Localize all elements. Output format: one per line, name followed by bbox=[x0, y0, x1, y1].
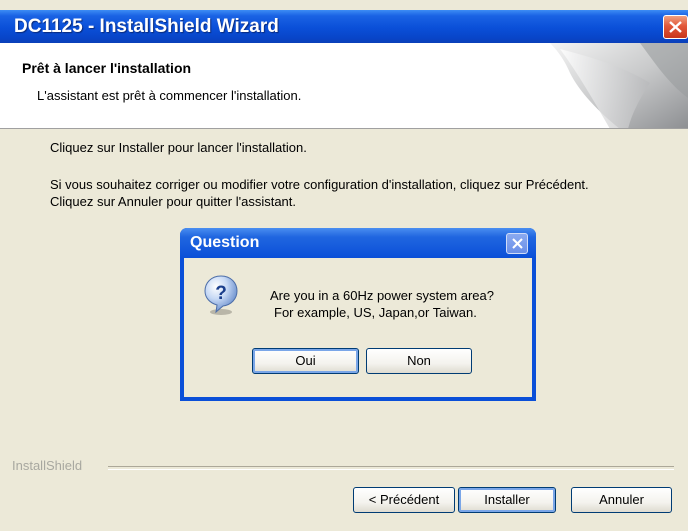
page-subtitle: L'assistant est prêt à commencer l'insta… bbox=[37, 88, 302, 103]
dialog-title: Question bbox=[190, 234, 260, 251]
yes-button[interactable]: Oui bbox=[252, 348, 359, 374]
installshield-brand: InstallShield bbox=[12, 458, 83, 473]
question-dialog: Question ? Are you in a 60Hz power syste… bbox=[180, 228, 536, 401]
svg-text:?: ? bbox=[215, 283, 227, 304]
dialog-close-icon[interactable] bbox=[506, 233, 528, 254]
no-button[interactable]: Non bbox=[366, 348, 472, 374]
question-icon: ? bbox=[204, 275, 238, 315]
back-button[interactable]: < Précédent bbox=[353, 487, 455, 513]
instruction-back: Si vous souhaitez corriger ou modifier v… bbox=[50, 177, 589, 192]
dialog-body: ? Are you in a 60Hz power system area? F… bbox=[184, 258, 532, 397]
page-title: Prêt à lancer l'installation bbox=[22, 60, 192, 76]
dialog-message-line1: Are you in a 60Hz power system area? bbox=[270, 288, 494, 303]
wizard-header: Prêt à lancer l'installation L'assistant… bbox=[0, 43, 688, 129]
instruction-install: Cliquez sur Installer pour lancer l'inst… bbox=[50, 140, 307, 155]
dialog-titlebar[interactable]: Question bbox=[180, 228, 536, 258]
install-button[interactable]: Installer bbox=[458, 487, 556, 513]
window-titlebar[interactable]: DC1125 - InstallShield Wizard bbox=[0, 10, 688, 43]
instruction-cancel: Cliquez sur Annuler pour quitter l'assis… bbox=[50, 194, 296, 209]
installshield-wizard-window: DC1125 - InstallShield Wizard Prêt à lan… bbox=[0, 0, 688, 531]
wizard-graphic-icon bbox=[550, 43, 688, 128]
footer-divider bbox=[108, 466, 674, 470]
close-icon[interactable] bbox=[663, 15, 688, 39]
cancel-button[interactable]: Annuler bbox=[571, 487, 672, 513]
dialog-message-line2: For example, US, Japan,or Taiwan. bbox=[274, 305, 477, 320]
window-title: DC1125 - InstallShield Wizard bbox=[14, 16, 279, 37]
